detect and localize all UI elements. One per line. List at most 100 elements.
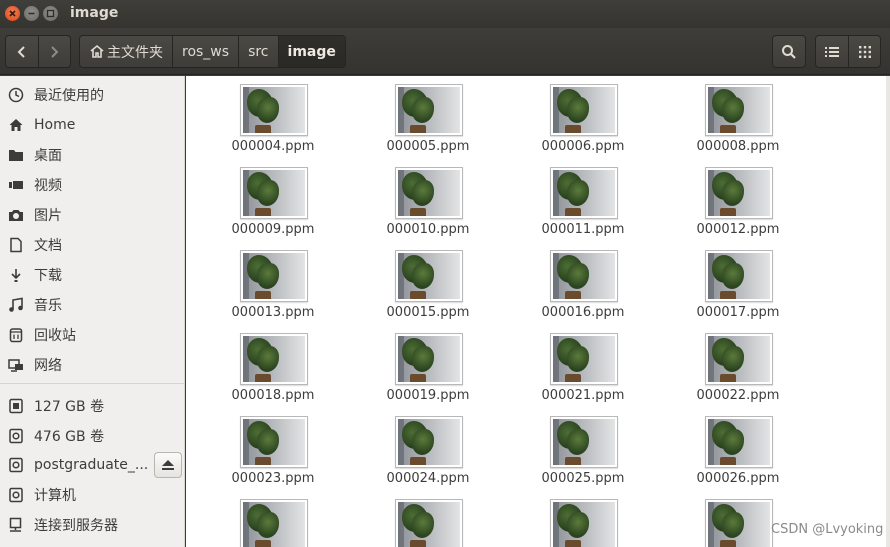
chevron-right-icon [51, 45, 59, 58]
file-name: 000017.ppm [696, 305, 780, 320]
folder-icon [8, 147, 24, 163]
file-item[interactable]: 000011.ppm [518, 159, 648, 239]
file-item[interactable]: 000016.ppm [518, 242, 648, 322]
file-thumbnail [395, 84, 463, 136]
file-thumbnail [240, 84, 308, 136]
sidebar-item-computer[interactable]: 计算机 [0, 480, 185, 510]
sidebar-item-label: 网络 [34, 358, 62, 374]
file-item[interactable]: 000004.ppm [208, 76, 338, 156]
file-item[interactable]: 000023.ppm [208, 408, 338, 488]
file-thumbnail [240, 250, 308, 302]
back-button[interactable] [6, 36, 38, 67]
file-item[interactable]: 000009.ppm [208, 159, 338, 239]
file-item[interactable]: 000012.ppm [673, 159, 803, 239]
minimize-icon [28, 12, 35, 15]
breadcrumb-ros-ws[interactable]: ros_ws [173, 36, 240, 67]
maximize-window-button[interactable] [43, 6, 58, 21]
server-icon [8, 517, 24, 533]
file-item[interactable]: 000015.ppm [363, 242, 493, 322]
recent-icon [8, 87, 24, 103]
sidebar-item-label: postgraduate_... [34, 457, 149, 473]
sidebar-item-network[interactable]: 网络 [0, 350, 185, 380]
sidebar-item-desktop[interactable]: 桌面 [0, 140, 185, 170]
file-item[interactable] [673, 491, 803, 547]
file-item[interactable]: 000017.ppm [673, 242, 803, 322]
sidebar-item-label: 连接到服务器 [34, 518, 118, 534]
file-item[interactable]: 000006.ppm [518, 76, 648, 156]
sidebar-item-music[interactable]: 音乐 [0, 290, 185, 320]
sidebar-item-documents[interactable]: 文档 [0, 230, 185, 260]
file-item[interactable]: 000010.ppm [363, 159, 493, 239]
file-name: 000009.ppm [231, 222, 315, 237]
file-item[interactable] [208, 491, 338, 547]
scrollbar-track[interactable] [886, 76, 890, 547]
home-icon [90, 44, 104, 58]
minimize-window-button[interactable] [24, 6, 39, 21]
download-icon [8, 267, 24, 283]
file-item[interactable]: 000018.ppm [208, 325, 338, 405]
file-name: 000005.ppm [386, 139, 470, 154]
list-view-button[interactable] [816, 36, 848, 67]
file-item[interactable]: 000025.ppm [518, 408, 648, 488]
file-item[interactable]: 000022.ppm [673, 325, 803, 405]
file-thumbnail [240, 416, 308, 468]
file-item[interactable] [363, 491, 493, 547]
sidebar-item-postgraduate[interactable]: postgraduate_... [0, 450, 150, 480]
sidebar-item-recent[interactable]: 最近使用的 [0, 80, 185, 110]
breadcrumb-src[interactable]: src [239, 36, 279, 67]
file-thumbnail [705, 84, 773, 136]
watermark: CSDN @Lvyoking [771, 522, 884, 537]
file-item[interactable]: 000008.ppm [673, 76, 803, 156]
file-thumbnail [550, 84, 618, 136]
sidebar-item-pictures[interactable]: 图片 [0, 200, 185, 230]
sidebar-item-connect-to-server[interactable]: 连接到服务器 [0, 510, 185, 540]
file-thumbnail [550, 250, 618, 302]
video-icon [8, 177, 24, 193]
file-item[interactable]: 000019.ppm [363, 325, 493, 405]
sidebar-item-trash[interactable]: 回收站 [0, 320, 185, 350]
forward-button[interactable] [37, 36, 70, 67]
breadcrumb-image[interactable]: image [278, 36, 345, 67]
file-thumbnail [240, 167, 308, 219]
sidebar-item-127gb-volume[interactable]: 127 GB 卷 [0, 391, 185, 421]
list-view-icon [825, 46, 839, 57]
file-thumbnail [395, 333, 463, 385]
file-name: 000004.ppm [231, 139, 315, 154]
breadcrumb-label: image [287, 43, 336, 60]
breadcrumb-label: src [248, 43, 269, 60]
file-thumbnail [240, 333, 308, 385]
file-item[interactable]: 000026.ppm [673, 408, 803, 488]
navigation-buttons [5, 35, 71, 68]
music-icon [8, 297, 24, 313]
sidebar-item-label: 最近使用的 [34, 88, 104, 104]
close-window-button[interactable] [5, 6, 20, 21]
file-thumbnail [705, 167, 773, 219]
sidebar-item-label: 计算机 [34, 488, 76, 504]
file-thumbnail [395, 250, 463, 302]
file-thumbnail [395, 499, 463, 547]
search-button[interactable] [772, 35, 806, 68]
sidebar-item-videos[interactable]: 视频 [0, 170, 185, 200]
file-item[interactable]: 000024.ppm [363, 408, 493, 488]
trash-icon [8, 327, 24, 343]
file-item[interactable] [518, 491, 648, 547]
sidebar-item-downloads[interactable]: 下载 [0, 260, 185, 290]
file-item[interactable]: 000005.ppm [363, 76, 493, 156]
breadcrumb-home[interactable]: 主文件夹 [80, 36, 173, 67]
sidebar-item-label: 回收站 [34, 328, 76, 344]
search-icon [782, 44, 796, 59]
file-item[interactable]: 000021.ppm [518, 325, 648, 405]
sidebar-item-476gb-volume[interactable]: 476 GB 卷 [0, 421, 185, 451]
eject-button[interactable] [154, 452, 182, 478]
file-item[interactable]: 000013.ppm [208, 242, 338, 322]
view-toggle [815, 35, 881, 68]
file-thumbnail [395, 167, 463, 219]
close-icon [9, 10, 16, 17]
breadcrumb: 主文件夹 ros_ws src image [79, 35, 346, 68]
drive-icon [8, 428, 24, 444]
grid-view-button[interactable] [848, 36, 880, 67]
sidebar-item-home[interactable]: Home [0, 110, 185, 140]
eject-icon [162, 460, 174, 470]
file-thumbnail [705, 499, 773, 547]
file-name: 000012.ppm [696, 222, 780, 237]
